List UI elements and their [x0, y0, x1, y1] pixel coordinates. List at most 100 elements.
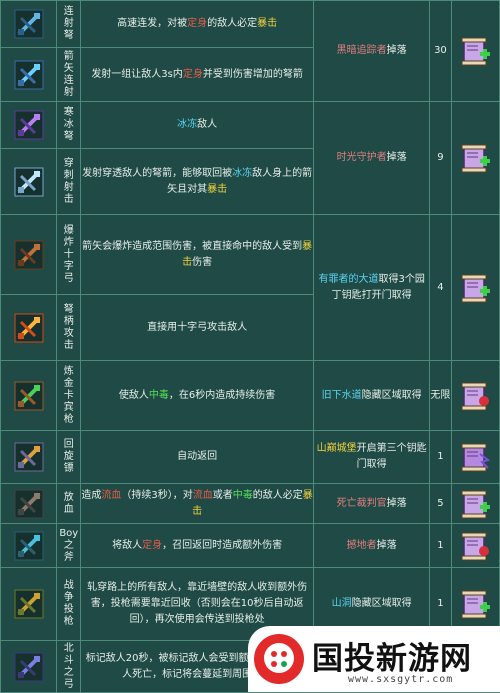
unlock-source: 黑暗追踪者掉落	[313, 0, 431, 102]
text-segment: 隐藏区域取得	[351, 598, 412, 609]
weapon-name-char: 弩	[63, 131, 74, 142]
weapon-name-char: 宾	[63, 401, 74, 413]
scroll-green-plus-icon[interactable]	[452, 587, 499, 621]
keyword-rose: 黑暗追踪者	[336, 45, 387, 56]
frost-crossbow-icon[interactable]	[1, 108, 56, 142]
weapon-name: 战争投枪	[56, 567, 82, 641]
weapon-description: 发射穿透敌人的弩箭，能够取回被冰冻敌人身上的箭矢且对其暴击	[80, 148, 315, 215]
weapon-name-char: Boy	[59, 527, 79, 539]
text-segment: 伤害	[192, 256, 213, 268]
weapon-name-char: 弓	[63, 272, 74, 284]
unlock-source: 山巅城堡开启第三个钥匙门取得	[313, 430, 431, 484]
weapon-icon-cell	[0, 430, 58, 484]
big-dipper-bow-icon[interactable]	[1, 650, 56, 684]
war-spear-icon[interactable]	[1, 587, 56, 621]
keyword-red: 定身	[187, 18, 208, 29]
weapon-name-char: 击	[63, 339, 74, 351]
crossbow-arrow-icon[interactable]	[1, 7, 56, 41]
text-segment: 隐藏区域取得	[361, 389, 422, 401]
keyword-blue: 山洞	[331, 598, 352, 609]
text-segment: 将敌人	[112, 539, 143, 551]
keyword-red: 流血	[101, 489, 122, 501]
unlock-source: 撼地者掉落	[313, 523, 431, 568]
weapon-icon-cell	[0, 640, 58, 693]
weapon-description: 冰冻敌人	[80, 101, 315, 149]
scroll-green-plus-icon[interactable]	[452, 141, 499, 175]
weapon-icon-cell	[0, 567, 58, 641]
weapon-name-char: 金	[63, 377, 74, 389]
keyword-rose: 时光守护者	[336, 152, 387, 163]
weapon-icon-cell	[0, 360, 58, 431]
piercing-shot-icon[interactable]	[1, 165, 56, 199]
weapon-name: 炼金卡宾枪	[56, 360, 82, 431]
cell-cost: 4	[429, 214, 452, 361]
keyword-red: 定身	[142, 539, 163, 551]
text-segment: 发射穿透敌人的弩箭，能够取回被	[82, 167, 233, 179]
weapon-icon-cell	[0, 0, 58, 48]
scroll-red-icon[interactable]	[452, 529, 499, 563]
scroll-green-plus-icon[interactable]	[452, 487, 499, 521]
weapon-name-char: 争	[63, 592, 74, 603]
weapon-name-char: 连	[63, 6, 74, 17]
explosive-crossbow-icon[interactable]	[1, 238, 56, 272]
weapon-name-char: 镖	[63, 463, 74, 474]
text-segment: 造成	[81, 489, 102, 501]
unlock-source: 时光守护者掉落	[313, 101, 431, 215]
bloodletting-axe-icon[interactable]	[1, 487, 56, 521]
weapon-name-char: 柄	[63, 315, 74, 327]
weapon-name-char: 之	[63, 666, 74, 678]
weapon-icon-cell	[0, 523, 58, 568]
weapon-name-char: 旋	[63, 451, 74, 462]
cell-cost: 1	[429, 523, 452, 568]
text-segment: 轧穿路上的所有敌人，靠近墙壁的敌人收到额外伤害，投枪需要靠近回收（否则会在10秒…	[87, 582, 308, 625]
blueprint-scroll-cell	[450, 214, 500, 361]
boy-axe-icon[interactable]	[1, 529, 56, 563]
weapon-name-char: 放	[63, 491, 74, 503]
blueprint-scroll-cell	[450, 430, 500, 484]
weapon-name-char: 弓	[63, 678, 74, 690]
weapon-name-char: 战	[63, 580, 74, 591]
keyword-blue: 冰冻	[177, 119, 198, 130]
weapon-table: 连射弩高速连发，对被定身的敌人必定暴击 黑暗追踪者掉落 30 箭矢连射发射一组让敌人…	[0, 0, 500, 693]
watermark-url: www.sxsgytr.com	[348, 674, 454, 685]
weapon-icon-cell	[0, 101, 58, 149]
weapon-name-char: 射	[63, 181, 74, 193]
alchemy-carbine-icon[interactable]	[1, 379, 56, 413]
weapon-name-char: 刺	[63, 169, 74, 181]
crossbow-butt-icon[interactable]	[1, 311, 56, 345]
weapon-name: 连射弩	[56, 0, 82, 48]
weapon-name-char: 枪	[63, 616, 74, 627]
text-segment: 箭矢会爆炸造成范围伤害，被直接命中的敌人受到	[82, 240, 303, 252]
weapon-name-char: 攻	[63, 327, 74, 339]
keyword-blue: 有罪者的大道	[318, 273, 379, 285]
weapon-name: Boy 之斧	[56, 523, 82, 568]
text-segment: 并受到伤害增加的弩箭	[202, 68, 303, 80]
cell-cost: 5	[429, 483, 452, 524]
weapon-description: 将敌人定身，召回返回时造成额外伤害	[80, 523, 315, 568]
cell-cost: 1	[429, 430, 452, 484]
scroll-purple-icon[interactable]	[452, 440, 499, 474]
keyword-blue: 冰冻	[232, 167, 253, 179]
text-segment: 使敌人	[118, 389, 149, 401]
keyword-yellow: 山巅城堡	[316, 443, 357, 454]
weapon-name: 寒冰弩	[56, 101, 82, 149]
blueprint-scroll-cell	[450, 483, 500, 524]
scroll-green-plus-icon[interactable]	[452, 34, 499, 68]
boomerang-icon[interactable]	[1, 440, 56, 474]
weapon-name-char: 射	[63, 86, 74, 98]
scroll-red-icon[interactable]	[452, 379, 499, 413]
weapon-name: 放血	[56, 483, 82, 524]
text-segment: ，召回返回时造成额外伤害	[162, 539, 283, 551]
text-segment: 掉落	[386, 45, 407, 56]
weapon-name-char: 枪	[63, 413, 74, 425]
scroll-green-plus-icon[interactable]	[452, 271, 499, 305]
weapon-name: 回旋镖	[56, 430, 82, 484]
weapon-icon-cell	[0, 148, 58, 215]
text-segment: 高速连发，对被	[117, 18, 188, 29]
weapon-description: 发射一组让敌人3s内定身并受到伤害增加的弩箭	[80, 47, 315, 102]
arrow-volley-icon[interactable]	[1, 58, 56, 92]
blueprint-scroll-cell	[450, 101, 500, 215]
blueprint-scroll-cell	[450, 523, 500, 568]
cell-cost: 9	[429, 101, 452, 215]
blueprint-scroll-cell	[450, 0, 500, 102]
